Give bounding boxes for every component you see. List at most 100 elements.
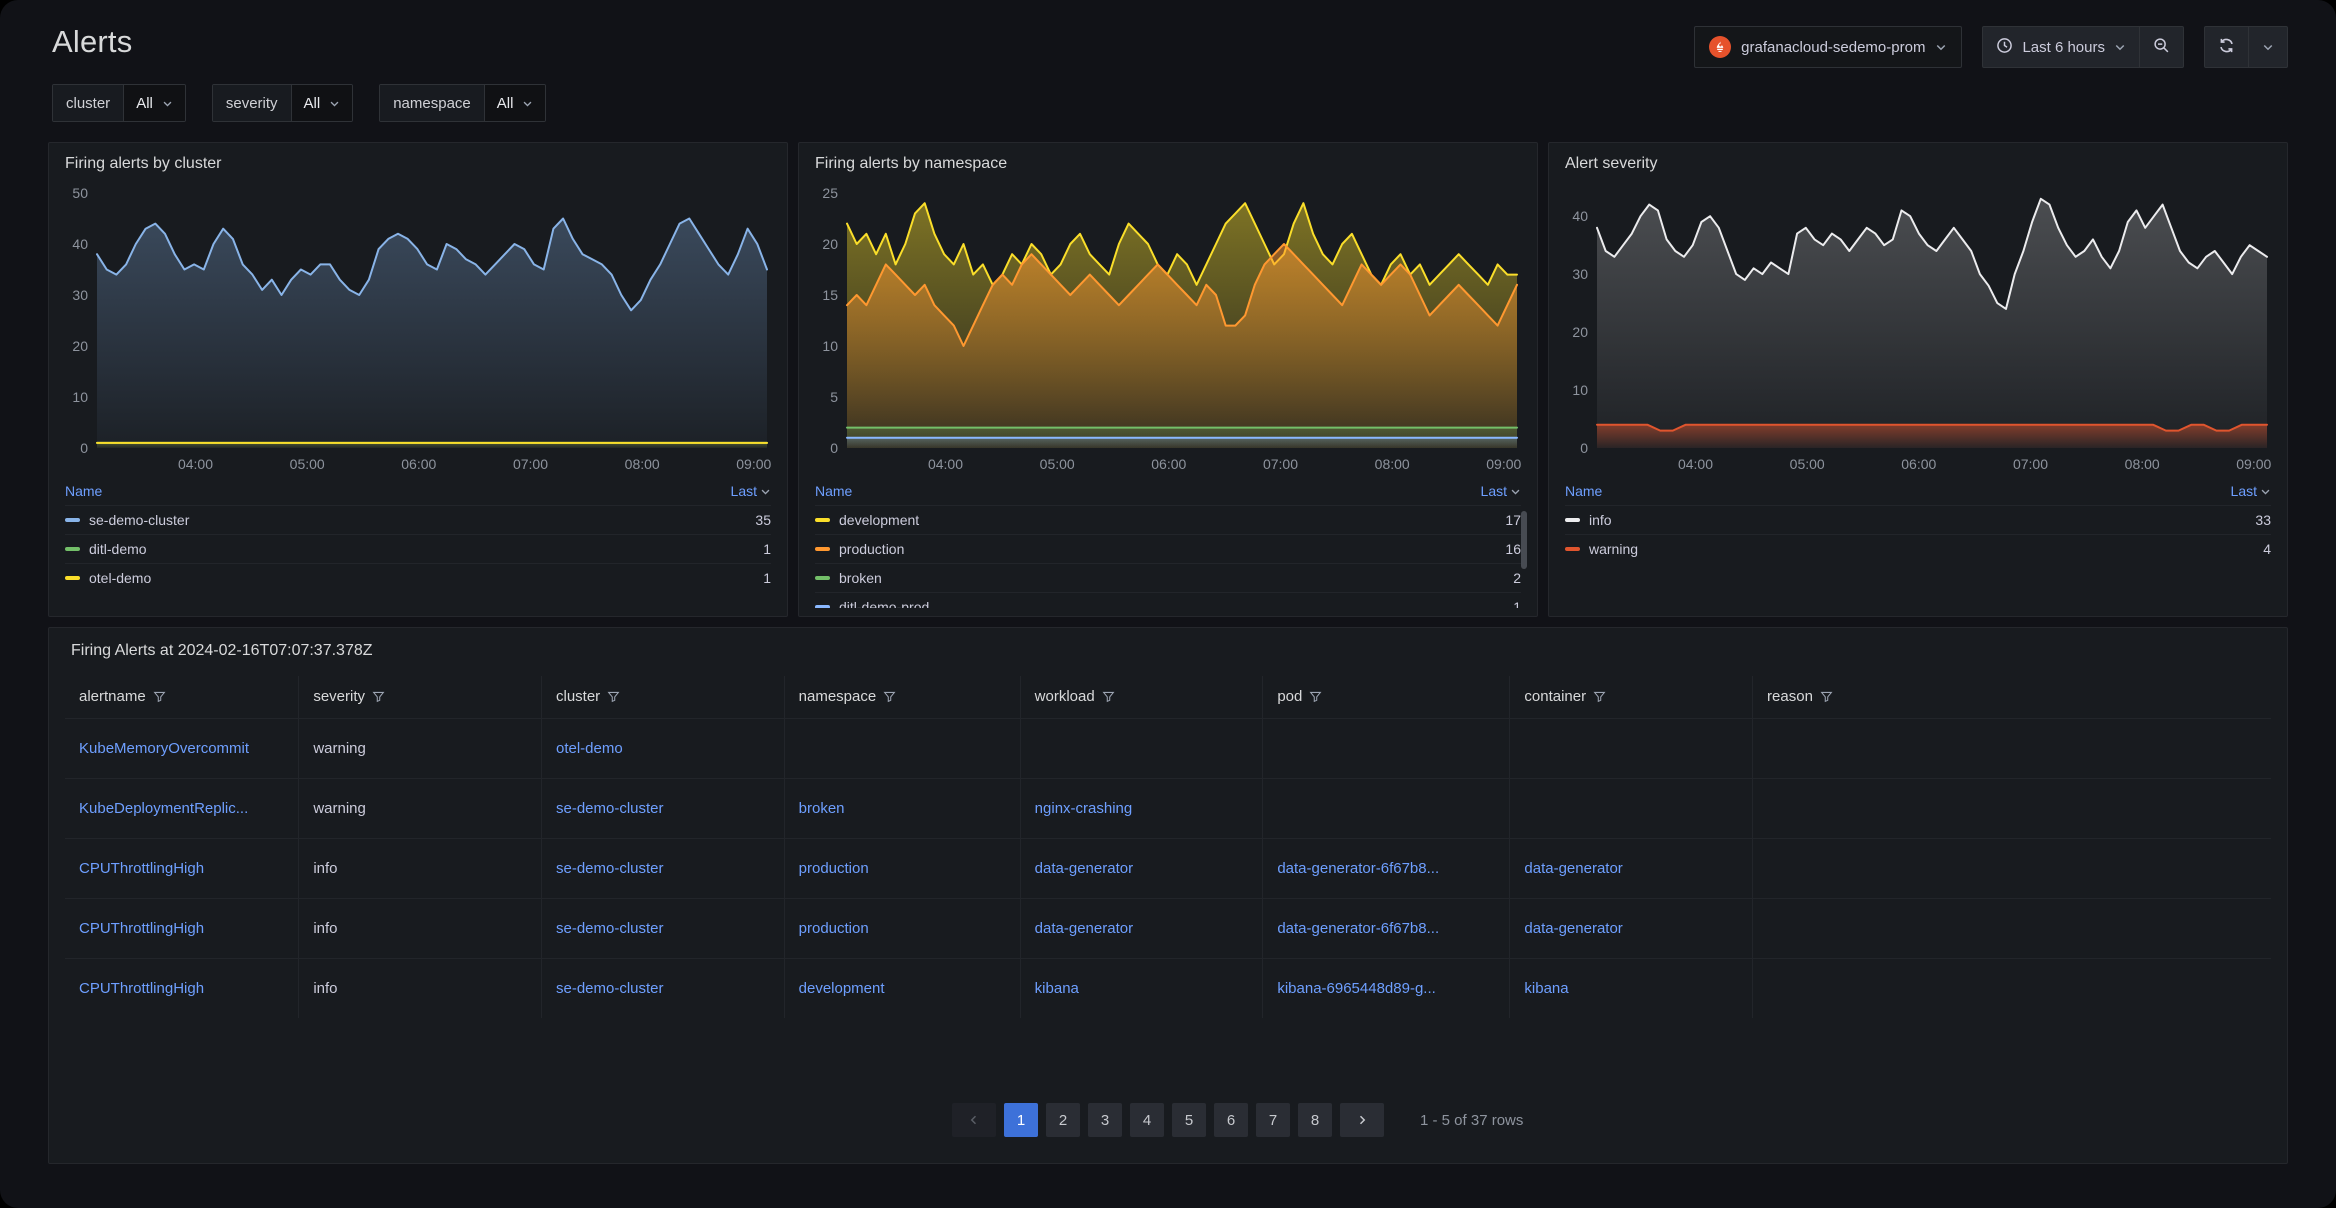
- legend-item-warning[interactable]: warning4: [1565, 534, 2271, 563]
- panel-alert-severity: Alert severity 01020304004:0005:0006:000…: [1548, 142, 2288, 617]
- legend-item-development[interactable]: development17: [815, 505, 1521, 534]
- cell-pod[interactable]: data-generator-6f67b8...: [1263, 898, 1510, 958]
- filter-funnel-icon[interactable]: [607, 690, 620, 703]
- datasource-picker[interactable]: grafanacloud-sedemo-prom: [1694, 26, 1962, 68]
- cell-alertname[interactable]: CPUThrottlingHigh: [65, 898, 299, 958]
- series-color-swatch: [815, 547, 830, 551]
- legend-sort-last[interactable]: Last: [731, 483, 771, 499]
- legend-item-production[interactable]: production16: [815, 534, 1521, 563]
- next-page-button[interactable]: [1340, 1103, 1384, 1137]
- panel-title[interactable]: Firing alerts by cluster: [59, 151, 777, 181]
- page-button-6[interactable]: 6: [1214, 1103, 1248, 1137]
- filter-namespace-select[interactable]: All: [484, 85, 546, 121]
- legend-scrollbar[interactable]: [1521, 511, 1527, 569]
- cell-pod[interactable]: data-generator-6f67b8...: [1263, 838, 1510, 898]
- cell-namespace: [784, 718, 1020, 778]
- page-button-5[interactable]: 5: [1172, 1103, 1206, 1137]
- cell-alertname[interactable]: KubeDeploymentReplic...: [65, 778, 299, 838]
- cell-cluster[interactable]: otel-demo: [541, 718, 784, 778]
- cell-cluster[interactable]: se-demo-cluster: [541, 958, 784, 1018]
- cell-container[interactable]: data-generator: [1510, 898, 1753, 958]
- pagination: 12345678 1 - 5 of 37 rows: [65, 1103, 2271, 1137]
- filter-funnel-icon[interactable]: [153, 690, 166, 703]
- filter-funnel-icon[interactable]: [1820, 690, 1833, 703]
- prev-page-button[interactable]: [952, 1103, 996, 1137]
- cell-cluster[interactable]: se-demo-cluster: [541, 778, 784, 838]
- cell-pod[interactable]: kibana-6965448d89-g...: [1263, 958, 1510, 1018]
- filter-funnel-icon[interactable]: [1593, 690, 1606, 703]
- cell-container[interactable]: kibana: [1510, 958, 1753, 1018]
- cell-reason: [1753, 958, 2271, 1018]
- legend-sort-name[interactable]: Name: [1565, 483, 1602, 499]
- zoom-out-button[interactable]: [2139, 27, 2183, 67]
- cell-workload[interactable]: data-generator: [1020, 898, 1263, 958]
- cell-workload[interactable]: kibana: [1020, 958, 1263, 1018]
- page-button-1[interactable]: 1: [1004, 1103, 1038, 1137]
- cell-alertname[interactable]: KubeMemoryOvercommit: [65, 718, 299, 778]
- cell-cluster[interactable]: se-demo-cluster: [541, 838, 784, 898]
- svg-text:09:00: 09:00: [736, 456, 771, 472]
- cell-namespace[interactable]: production: [784, 898, 1020, 958]
- cell-container: [1510, 718, 1753, 778]
- cell-alertname[interactable]: CPUThrottlingHigh: [65, 958, 299, 1018]
- table-row: CPUThrottlingHighinfose-demo-clusterprod…: [65, 838, 2271, 898]
- legend-item-se-demo-cluster[interactable]: se-demo-cluster35: [65, 505, 771, 534]
- namespace-chart[interactable]: 051015202504:0005:0006:0007:0008:0009:00: [809, 181, 1527, 477]
- page-button-3[interactable]: 3: [1088, 1103, 1122, 1137]
- severity-chart[interactable]: 01020304004:0005:0006:0007:0008:0009:00: [1559, 181, 2277, 477]
- panel-title[interactable]: Firing alerts by namespace: [809, 151, 1527, 181]
- cell-namespace[interactable]: production: [784, 838, 1020, 898]
- cell-reason: [1753, 838, 2271, 898]
- column-header-pod[interactable]: pod: [1263, 676, 1510, 718]
- cell-container[interactable]: data-generator: [1510, 838, 1753, 898]
- column-header-cluster[interactable]: cluster: [541, 676, 784, 718]
- legend-item-ditl-demo-prod[interactable]: ditl-demo-prod1: [815, 592, 1521, 608]
- column-header-namespace[interactable]: namespace: [784, 676, 1020, 718]
- refresh-interval-dropdown[interactable]: [2248, 27, 2287, 67]
- table-panel-title[interactable]: Firing Alerts at 2024-02-16T07:07:37.378…: [65, 638, 2271, 668]
- page-button-7[interactable]: 7: [1256, 1103, 1290, 1137]
- cell-workload[interactable]: data-generator: [1020, 838, 1263, 898]
- column-header-severity[interactable]: severity: [299, 676, 542, 718]
- panel-firing-alerts-by-cluster: Firing alerts by cluster 0102030405004:0…: [48, 142, 788, 617]
- cell-workload[interactable]: nginx-crashing: [1020, 778, 1263, 838]
- table-row: CPUThrottlingHighinfose-demo-clusterprod…: [65, 898, 2271, 958]
- time-range-picker[interactable]: Last 6 hours: [1983, 27, 2139, 67]
- cell-cluster[interactable]: se-demo-cluster: [541, 898, 784, 958]
- svg-text:30: 30: [72, 287, 88, 303]
- legend-sort-name[interactable]: Name: [65, 483, 102, 499]
- filter-funnel-icon[interactable]: [883, 690, 896, 703]
- svg-text:06:00: 06:00: [1151, 456, 1186, 472]
- grafana-dashboard: Alerts grafanacloud-sedemo-prom Last 6 h…: [0, 0, 2336, 1208]
- filter-funnel-icon[interactable]: [372, 690, 385, 703]
- legend-sort-name[interactable]: Name: [815, 483, 852, 499]
- column-header-alertname[interactable]: alertname: [65, 676, 299, 718]
- column-header-reason[interactable]: reason: [1753, 676, 2271, 718]
- legend-item-info[interactable]: info33: [1565, 505, 2271, 534]
- legend-value: 2: [1513, 570, 1521, 586]
- filter-cluster-select[interactable]: All: [123, 85, 185, 121]
- page-button-2[interactable]: 2: [1046, 1103, 1080, 1137]
- refresh-button[interactable]: [2205, 27, 2248, 67]
- cell-alertname[interactable]: CPUThrottlingHigh: [65, 838, 299, 898]
- legend-item-broken[interactable]: broken2: [815, 563, 1521, 592]
- cluster-chart[interactable]: 0102030405004:0005:0006:0007:0008:0009:0…: [59, 181, 777, 477]
- legend-sort-last[interactable]: Last: [2231, 483, 2271, 499]
- legend-value: 1: [763, 541, 771, 557]
- svg-text:0: 0: [80, 440, 88, 456]
- page-button-8[interactable]: 8: [1298, 1103, 1332, 1137]
- legend-label: info: [1589, 512, 2255, 528]
- column-header-workload[interactable]: workload: [1020, 676, 1263, 718]
- cell-namespace[interactable]: broken: [784, 778, 1020, 838]
- legend-value: 35: [755, 512, 771, 528]
- panel-title[interactable]: Alert severity: [1559, 151, 2277, 181]
- legend-item-otel-demo[interactable]: otel-demo1: [65, 563, 771, 592]
- filter-severity-select[interactable]: All: [291, 85, 353, 121]
- cell-namespace[interactable]: development: [784, 958, 1020, 1018]
- filter-funnel-icon[interactable]: [1309, 690, 1322, 703]
- legend-item-ditl-demo[interactable]: ditl-demo1: [65, 534, 771, 563]
- page-button-4[interactable]: 4: [1130, 1103, 1164, 1137]
- legend-sort-last[interactable]: Last: [1481, 483, 1521, 499]
- column-header-container[interactable]: container: [1510, 676, 1753, 718]
- filter-funnel-icon[interactable]: [1102, 690, 1115, 703]
